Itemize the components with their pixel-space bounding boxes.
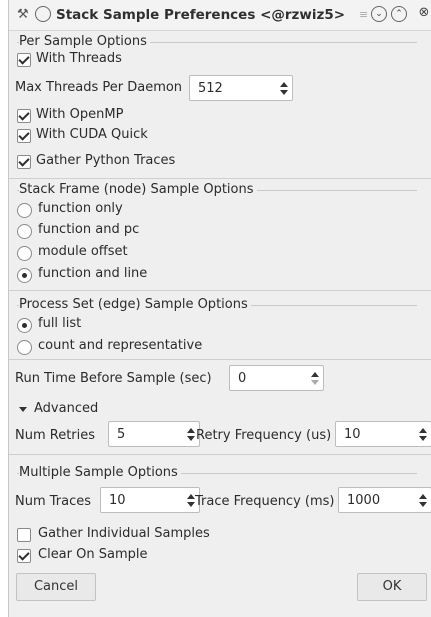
preferences-dialog: ⚒ Stack Sample Preferences <@rzwiz5> ≡ ⌄…: [8, 0, 431, 617]
spin-up-icon[interactable]: [187, 428, 195, 433]
run-time-label: Run Time Before Sample (sec): [15, 371, 212, 386]
minimize-icon[interactable]: ⌄: [371, 6, 387, 22]
radio-full-list[interactable]: [17, 318, 32, 333]
run-time-value: 0: [238, 371, 247, 386]
with-openmp-label: With OpenMP: [36, 107, 124, 122]
num-traces-value: 10: [109, 493, 126, 508]
clear-on-sample-checkbox[interactable]: [17, 549, 31, 563]
drag-handle-icon[interactable]: ≡: [359, 6, 368, 24]
radio-count-and-representative[interactable]: [17, 340, 32, 355]
num-traces-label: Num Traces: [15, 494, 92, 509]
num-retries-label: Num Retries: [15, 428, 96, 443]
spin-down-icon[interactable]: [187, 502, 195, 507]
spin-arrows[interactable]: [307, 366, 323, 390]
multiple-sample-title: Multiple Sample Options: [19, 465, 181, 481]
separator: [9, 178, 431, 179]
trace-frequency-label: Trace Frequency (ms): [195, 494, 335, 509]
expand-arrow-icon[interactable]: [19, 407, 27, 412]
spin-up-icon[interactable]: [419, 428, 427, 433]
gather-individual-checkbox[interactable]: [17, 528, 31, 542]
title-bar: ⚒ Stack Sample Preferences <@rzwiz5> ≡ ⌄…: [9, 0, 431, 31]
module-offset-label: module offset: [38, 244, 128, 259]
spin-up-icon[interactable]: [419, 494, 427, 499]
gather-python-label: Gather Python Traces: [36, 153, 176, 168]
function-and-line-label: function and line: [38, 266, 148, 281]
with-threads-label: With Threads: [36, 51, 122, 66]
gather-individual-label: Gather Individual Samples: [38, 526, 210, 541]
trace-frequency-value: 1000: [347, 493, 381, 508]
full-list-label: full list: [38, 316, 82, 331]
tools-icon[interactable]: ⚒: [17, 6, 29, 24]
retry-frequency-spinbox[interactable]: 10: [335, 421, 431, 447]
spin-down-icon[interactable]: [311, 380, 319, 385]
spin-down-icon[interactable]: [419, 502, 427, 507]
trace-frequency-spinbox[interactable]: 1000: [338, 487, 431, 513]
max-threads-value: 512: [198, 81, 223, 96]
function-and-pc-label: function and pc: [38, 222, 140, 237]
ok-button[interactable]: OK: [357, 573, 427, 601]
separator: [9, 454, 431, 455]
close-icon[interactable]: ⊗: [417, 6, 431, 20]
stack-frame-title: Stack Frame (node) Sample Options: [19, 182, 257, 198]
radio-function-and-pc[interactable]: [17, 224, 32, 239]
retry-frequency-value: 10: [344, 427, 361, 442]
spin-down-icon[interactable]: [419, 436, 427, 441]
num-traces-spinbox[interactable]: 10: [100, 487, 200, 513]
max-threads-spinbox[interactable]: 512: [189, 75, 293, 101]
gather-python-checkbox[interactable]: [17, 155, 31, 169]
process-set-title: Process Set (edge) Sample Options: [19, 297, 251, 313]
spin-up-icon[interactable]: [187, 494, 195, 499]
radio-function-and-line[interactable]: [17, 268, 32, 283]
run-time-spinbox[interactable]: 0: [229, 365, 324, 391]
clear-on-sample-label: Clear On Sample: [38, 547, 148, 562]
count-and-representative-label: count and representative: [38, 338, 203, 353]
with-cuda-label: With CUDA Quick: [36, 127, 148, 142]
retry-frequency-label: Retry Frequency (us): [196, 428, 332, 443]
function-only-label: function only: [38, 201, 123, 216]
with-openmp-checkbox[interactable]: [17, 109, 31, 123]
spin-arrows[interactable]: [276, 76, 292, 100]
spin-arrows[interactable]: [415, 488, 431, 512]
cancel-button[interactable]: Cancel: [16, 573, 96, 601]
radio-function-only[interactable]: [17, 203, 32, 218]
spin-down-icon[interactable]: [280, 90, 288, 95]
with-threads-checkbox[interactable]: [17, 53, 31, 67]
spin-down-icon[interactable]: [187, 436, 195, 441]
window-menu-icon[interactable]: [35, 6, 51, 22]
separator: [9, 359, 431, 360]
num-retries-spinbox[interactable]: 5: [108, 421, 200, 447]
max-threads-label: Max Threads Per Daemon: [15, 80, 183, 95]
per-sample-title: Per Sample Options: [19, 34, 150, 50]
spin-up-icon[interactable]: [311, 372, 319, 377]
separator: [9, 290, 431, 291]
with-cuda-checkbox[interactable]: [17, 129, 31, 143]
window-title: Stack Sample Preferences <@rzwiz5>: [56, 7, 346, 23]
radio-module-offset[interactable]: [17, 246, 32, 261]
maximize-icon[interactable]: ⌃: [391, 6, 407, 22]
spin-up-icon[interactable]: [280, 82, 288, 87]
advanced-label[interactable]: Advanced: [34, 400, 98, 418]
spin-arrows[interactable]: [415, 422, 431, 446]
num-retries-value: 5: [117, 427, 126, 442]
